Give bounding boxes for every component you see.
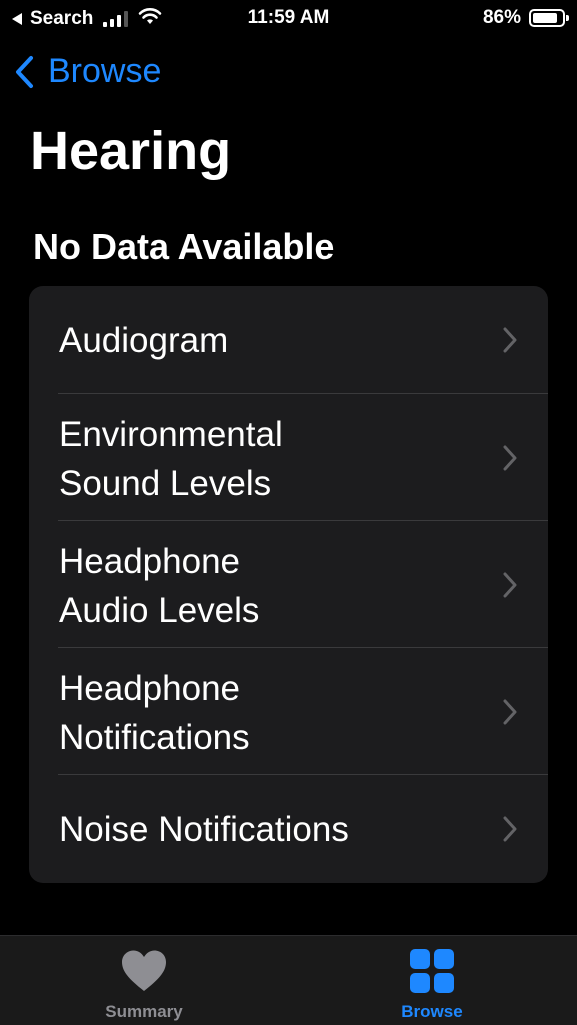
heart-icon [120, 948, 168, 994]
list-item-audiogram[interactable]: Audiogram [29, 286, 548, 393]
chevron-left-icon [14, 55, 34, 89]
battery-icon [529, 9, 569, 27]
list-item-label: Headphone Audio Levels [59, 542, 260, 630]
chevron-right-icon [502, 571, 518, 599]
battery-percent: 86% [482, 7, 521, 28]
tab-summary[interactable]: Summary [64, 936, 224, 1025]
back-button[interactable]: Browse [14, 52, 161, 91]
list-item-label: Audiogram [59, 321, 229, 360]
list-item-label: Noise Notifications [59, 810, 349, 849]
list-item-label: Environmental Sound Levels [59, 415, 283, 503]
list-item-headphone-audio-levels[interactable]: Headphone Audio Levels [29, 521, 548, 647]
chevron-right-icon [502, 698, 518, 726]
list-item-label: Headphone Notifications [59, 669, 250, 757]
hearing-list: Audiogram Environmental Sound Levels Hea… [29, 286, 548, 883]
list-item-headphone-notifications[interactable]: Headphone Notifications [29, 648, 548, 774]
chevron-right-icon [502, 326, 518, 354]
grid-icon [410, 948, 454, 994]
tab-bar: Summary Browse [0, 935, 577, 1025]
status-bar: Search 11:59 AM 86% [0, 0, 577, 38]
chevron-right-icon [502, 815, 518, 843]
section-title: No Data Available [33, 226, 335, 267]
back-button-label: Browse [48, 52, 162, 90]
page-title: Hearing [30, 121, 232, 181]
battery-cap [566, 15, 569, 21]
chevron-right-icon [502, 444, 518, 472]
tab-browse[interactable]: Browse [352, 936, 512, 1025]
tab-label: Summary [105, 1002, 183, 1021]
list-item-noise-notifications[interactable]: Noise Notifications [29, 775, 548, 883]
list-item-environmental-sound-levels[interactable]: Environmental Sound Levels [29, 394, 548, 520]
tab-label: Browse [401, 1002, 463, 1021]
battery-fill [533, 13, 558, 23]
